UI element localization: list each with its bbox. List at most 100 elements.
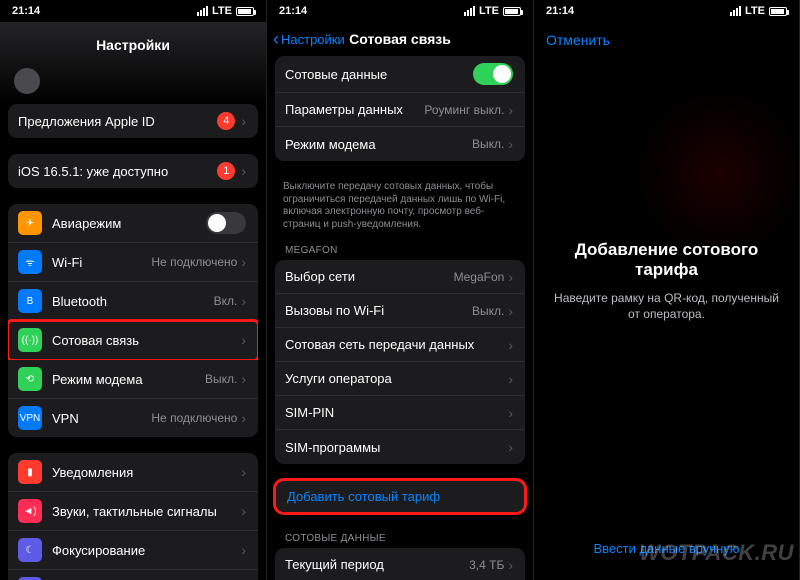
status-time: 21:14 [279, 5, 307, 17]
nav-header: Настройки [10, 28, 256, 62]
software-update-row[interactable]: iOS 16.5.1: уже доступно 1 › [8, 154, 258, 188]
avatar[interactable] [14, 68, 40, 94]
row-label: Режим модема [285, 137, 472, 152]
settings-row-0[interactable]: Выбор сетиMegaFon› [275, 260, 525, 294]
settings-row-focus[interactable]: ☾Фокусирование› [8, 531, 258, 570]
settings-row-0[interactable]: Сотовые данные [275, 56, 525, 93]
settings-row-0[interactable]: Текущий период3,4 ТБ › [275, 548, 525, 580]
notif-icon: ▮ [18, 460, 42, 484]
chevron-right-icon: › [508, 439, 513, 455]
row-label: Фокусирование [52, 543, 241, 558]
row-label: Сотовые данные [285, 67, 473, 82]
row-label: Bluetooth [52, 294, 214, 309]
page-title: Сотовая связь [349, 31, 451, 47]
battery-icon [769, 7, 787, 16]
airplane-icon: ✈ [18, 211, 42, 235]
settings-row-2[interactable]: Сотовая сеть передачи данных› [275, 328, 525, 362]
battery-icon [236, 7, 254, 16]
settings-row-notif[interactable]: ▮Уведомления› [8, 453, 258, 492]
apple-id-suggestions-row[interactable]: Предложения Apple ID 4 › [8, 104, 258, 138]
chevron-right-icon: › [241, 163, 246, 179]
row-label: SIM-PIN [285, 405, 508, 420]
page-title: Добавление сотового тарифа [552, 240, 781, 280]
page-subtitle: Наведите рамку на QR-код, полученный от … [552, 290, 781, 322]
row-label: Авиарежим [52, 216, 206, 231]
settings-pane: 21:14 LTE Настройки Предложения Apple ID… [0, 0, 267, 580]
chevron-right-icon: › [508, 303, 513, 319]
row-label: SIM-программы [285, 440, 508, 455]
row-value: Выкл. [205, 372, 237, 386]
chevron-right-icon: › [241, 371, 246, 387]
settings-row-5[interactable]: SIM-программы› [275, 430, 525, 464]
settings-row-2[interactable]: Режим модемаВыкл. › [275, 127, 525, 161]
section-footer: Выключите передачу сотовых данных, чтобы… [267, 177, 533, 241]
cancel-label: Отменить [546, 32, 610, 48]
settings-row-airplane[interactable]: ✈ Авиарежим [8, 204, 258, 243]
settings-row-1[interactable]: Параметры данныхРоуминг выкл.› [275, 93, 525, 127]
cellular-pane: 21:14 LTE ‹ Настройки Сотовая связь Сото… [267, 0, 534, 580]
status-time: 21:14 [12, 5, 40, 17]
section-header-megafon: MEGAFON [267, 241, 533, 260]
row-label: Wi-Fi [52, 255, 151, 270]
sound-icon: ◄) [18, 499, 42, 523]
signal-icon [464, 6, 475, 16]
row-label: Сотовая сеть передачи данных [285, 337, 508, 352]
settings-row-4[interactable]: SIM-PIN› [275, 396, 525, 430]
row-value: Выкл. [472, 137, 504, 151]
link-label: Добавить сотовый тариф [287, 489, 440, 504]
row-value: Выкл. [472, 304, 504, 318]
badge: 4 [217, 112, 235, 130]
cell-icon: ((·)) [18, 328, 42, 352]
chevron-right-icon: › [508, 337, 513, 353]
wifi-icon: ᯤ [18, 250, 42, 274]
settings-row-bt[interactable]: B BluetoothВкл.› [8, 282, 258, 321]
back-button[interactable]: ‹ Настройки [273, 32, 345, 47]
row-label: Услуги оператора [285, 371, 508, 386]
settings-row-3[interactable]: Услуги оператора› [275, 362, 525, 396]
network-label: LTE [479, 5, 499, 17]
toggle[interactable] [206, 212, 246, 234]
settings-row-hotspot[interactable]: ⟲Режим модемаВыкл.› [8, 360, 258, 399]
chevron-right-icon: › [508, 371, 513, 387]
chevron-right-icon: › [241, 293, 246, 309]
battery-icon [503, 7, 521, 16]
settings-row-wifi[interactable]: ᯤ Wi-FiНе подключено › [8, 243, 258, 282]
row-value: 3,4 ТБ [469, 558, 504, 572]
row-value: Не подключено [151, 411, 237, 425]
chevron-right-icon: › [508, 269, 513, 285]
chevron-right-icon: › [241, 254, 246, 270]
settings-row-screen[interactable]: ⌛Экранное время› [8, 570, 258, 580]
hotspot-icon: ⟲ [18, 367, 42, 391]
watermark: WOTPACK.RU [639, 540, 794, 566]
row-label: Текущий период [285, 557, 469, 572]
status-bar: 21:14 LTE [267, 0, 533, 22]
chevron-right-icon: › [241, 332, 246, 348]
cancel-button[interactable]: Отменить [546, 32, 610, 48]
toggle[interactable] [473, 63, 513, 85]
page-title: Настройки [96, 37, 170, 53]
chevron-right-icon: › [241, 464, 246, 480]
bt-icon: B [18, 289, 42, 313]
signal-icon [197, 6, 208, 16]
settings-row-1[interactable]: Вызовы по Wi-FiВыкл. › [275, 294, 525, 328]
add-cellular-plan-button[interactable]: Добавить сотовый тариф [275, 480, 525, 513]
row-value: Роуминг выкл. [424, 103, 504, 117]
settings-row-sound[interactable]: ◄)Звуки, тактильные сигналы› [8, 492, 258, 531]
chevron-right-icon: › [508, 405, 513, 421]
row-value: Не подключено [151, 255, 237, 269]
status-bar: 21:14 LTE [0, 0, 266, 22]
chevron-right-icon: › [508, 136, 513, 152]
network-label: LTE [212, 5, 232, 17]
add-plan-pane: 21:14 LTE Отменить Добавление сотового т… [534, 0, 800, 580]
chevron-right-icon: › [241, 542, 246, 558]
chevron-right-icon: › [508, 557, 513, 573]
chevron-right-icon: › [241, 503, 246, 519]
row-label: Вызовы по Wi-Fi [285, 303, 472, 318]
chevron-right-icon: › [241, 113, 246, 129]
settings-row-vpn[interactable]: VPNVPNНе подключено› [8, 399, 258, 437]
row-label: Параметры данных [285, 102, 424, 117]
settings-row-cell[interactable]: ((·))Сотовая связь› [8, 321, 258, 360]
badge: 1 [217, 162, 235, 180]
row-value: Вкл. [214, 294, 238, 308]
section-header-data: СОТОВЫЕ ДАННЫЕ [267, 529, 533, 548]
